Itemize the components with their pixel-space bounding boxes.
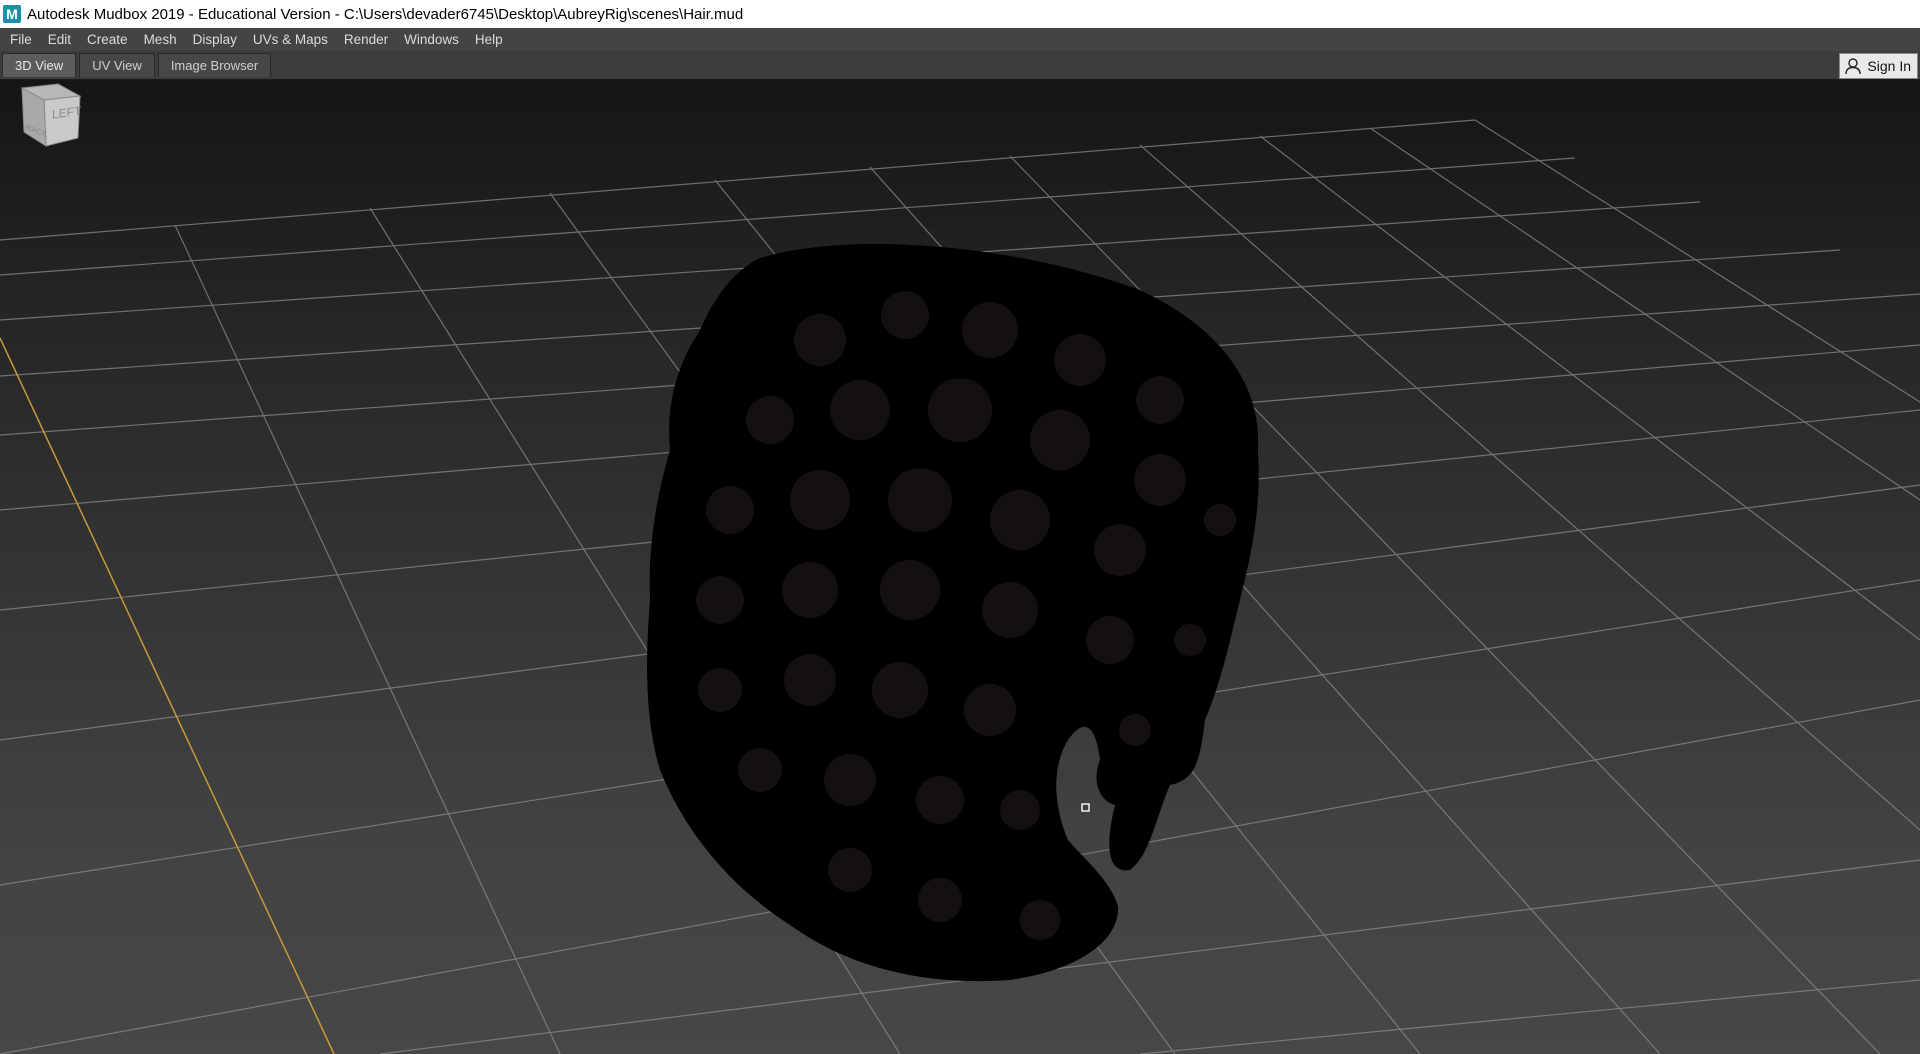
pivot-marker-icon	[1081, 803, 1090, 812]
window-title: Autodesk Mudbox 2019 - Educational Versi…	[27, 5, 744, 23]
tab-image-browser[interactable]: Image Browser	[157, 53, 272, 77]
z-axis-line	[0, 337, 335, 1054]
menu-help[interactable]: Help	[467, 28, 511, 51]
sign-in-button[interactable]: Sign In	[1839, 53, 1918, 79]
mudbox-app-icon: M	[3, 5, 21, 23]
menu-file[interactable]: File	[0, 28, 40, 51]
view-tab-bar: 3D View UV View Image Browser Sign In	[0, 51, 1920, 80]
menu-mesh[interactable]: Mesh	[136, 28, 185, 51]
menu-create[interactable]: Create	[79, 28, 136, 51]
menu-edit[interactable]: Edit	[40, 28, 79, 51]
tab-3d-view[interactable]: 3D View	[2, 53, 77, 77]
menu-bar: File Edit Create Mesh Display UVs & Maps…	[0, 28, 1920, 51]
hair-mesh	[647, 243, 1259, 982]
menu-windows[interactable]: Windows	[396, 28, 467, 51]
tab-uv-view[interactable]: UV View	[79, 53, 155, 77]
sign-in-label: Sign In	[1867, 58, 1911, 74]
menu-display[interactable]: Display	[185, 28, 245, 51]
user-icon	[1845, 58, 1862, 75]
menu-render[interactable]: Render	[336, 28, 396, 51]
viewport-scene	[0, 119, 1920, 1054]
viewcube-icon[interactable]: LEFT BACK	[0, 80, 90, 160]
menu-uvs-maps[interactable]: UVs & Maps	[245, 28, 336, 51]
3d-viewport[interactable]: LEFT BACK	[0, 80, 1920, 1054]
title-bar: M Autodesk Mudbox 2019 - Educational Ver…	[0, 0, 1920, 28]
